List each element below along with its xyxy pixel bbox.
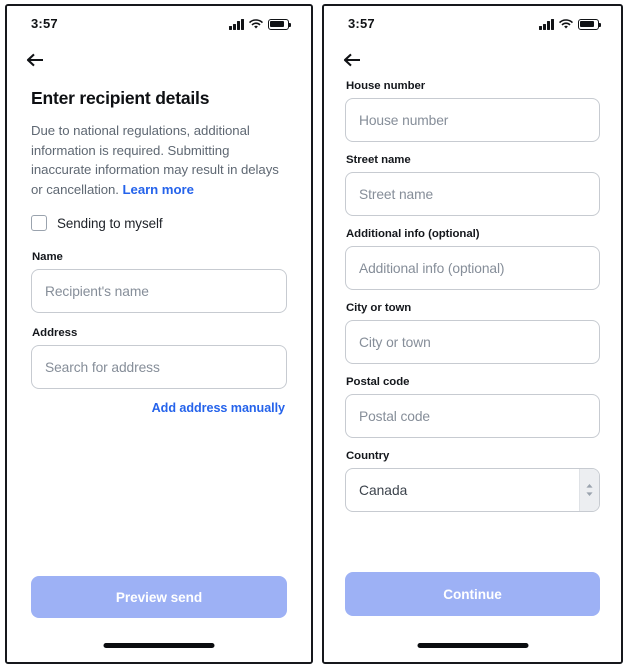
back-arrow-icon[interactable]	[25, 47, 55, 73]
screen-recipient-details: 3:57 Enter recipient details Due to nati…	[7, 6, 311, 662]
street-name-label: Street name	[346, 154, 411, 166]
sending-to-myself-label: Sending to myself	[57, 215, 163, 231]
city-or-town-label: City or town	[346, 302, 412, 314]
field-house-number: House number House number	[345, 80, 600, 142]
address-label: Address	[32, 327, 78, 339]
address-search-input[interactable]: Search for address	[31, 345, 287, 389]
cellular-bars-icon	[229, 18, 244, 30]
field-name: Name Recipient's name	[31, 251, 287, 313]
wifi-icon	[559, 18, 573, 30]
city-or-town-input[interactable]: City or town	[345, 320, 600, 364]
battery-icon	[268, 18, 292, 30]
additional-info-label: Additional info (optional)	[346, 228, 480, 240]
chevron-up-down-icon[interactable]	[579, 469, 599, 511]
page-title: Enter recipient details	[31, 88, 210, 108]
home-indicator	[103, 643, 215, 648]
country-select[interactable]: Canada	[345, 468, 600, 512]
field-street-name: Street name Street name	[345, 154, 600, 216]
status-bar-icons	[229, 17, 292, 30]
phone-frame-right: 3:57 House number House number Street na…	[322, 4, 623, 664]
field-city-or-town: City or town City or town	[345, 302, 600, 364]
status-bar: 3:57	[324, 6, 621, 40]
country-label: Country	[346, 450, 390, 462]
cellular-bars-icon	[539, 18, 554, 30]
screenshot-stage: 3:57 Enter recipient details Due to nati…	[0, 0, 628, 668]
status-bar-clock: 3:57	[348, 15, 375, 31]
regulations-description: Due to national regulations, additional …	[31, 121, 287, 199]
field-additional-info: Additional info (optional) Additional in…	[345, 228, 600, 290]
sending-to-myself-checkbox[interactable]	[31, 215, 47, 231]
sending-to-myself-checkbox-row[interactable]: Sending to myself	[31, 215, 287, 231]
status-bar: 3:57	[7, 6, 311, 40]
field-postal-code: Postal code Postal code	[345, 376, 600, 438]
status-bar-icons	[539, 17, 602, 30]
name-label: Name	[32, 251, 63, 263]
learn-more-link[interactable]: Learn more	[123, 182, 194, 197]
additional-info-input[interactable]: Additional info (optional)	[345, 246, 600, 290]
postal-code-input[interactable]: Postal code	[345, 394, 600, 438]
back-arrow-icon[interactable]	[342, 47, 372, 73]
country-selected-value: Canada	[359, 482, 408, 498]
manual-address-form: House number House number Street name St…	[324, 80, 621, 572]
screen-manual-address: 3:57 House number House number Street na…	[324, 6, 621, 662]
postal-code-label: Postal code	[346, 376, 410, 388]
phone-frame-left: 3:57 Enter recipient details Due to nati…	[5, 4, 313, 664]
wifi-icon	[249, 18, 263, 30]
name-input[interactable]: Recipient's name	[31, 269, 287, 313]
continue-button[interactable]: Continue	[345, 572, 600, 616]
add-address-manually-link[interactable]: Add address manually	[31, 401, 285, 415]
field-country: Country Canada	[345, 450, 600, 512]
preview-send-button[interactable]: Preview send	[31, 576, 287, 618]
field-address: Address Search for address	[31, 327, 287, 389]
recipient-form: Enter recipient details Due to national …	[7, 78, 311, 572]
status-bar-clock: 3:57	[31, 15, 58, 31]
battery-icon	[578, 18, 602, 30]
house-number-input[interactable]: House number	[345, 98, 600, 142]
street-name-input[interactable]: Street name	[345, 172, 600, 216]
house-number-label: House number	[346, 80, 426, 92]
home-indicator	[417, 643, 528, 648]
